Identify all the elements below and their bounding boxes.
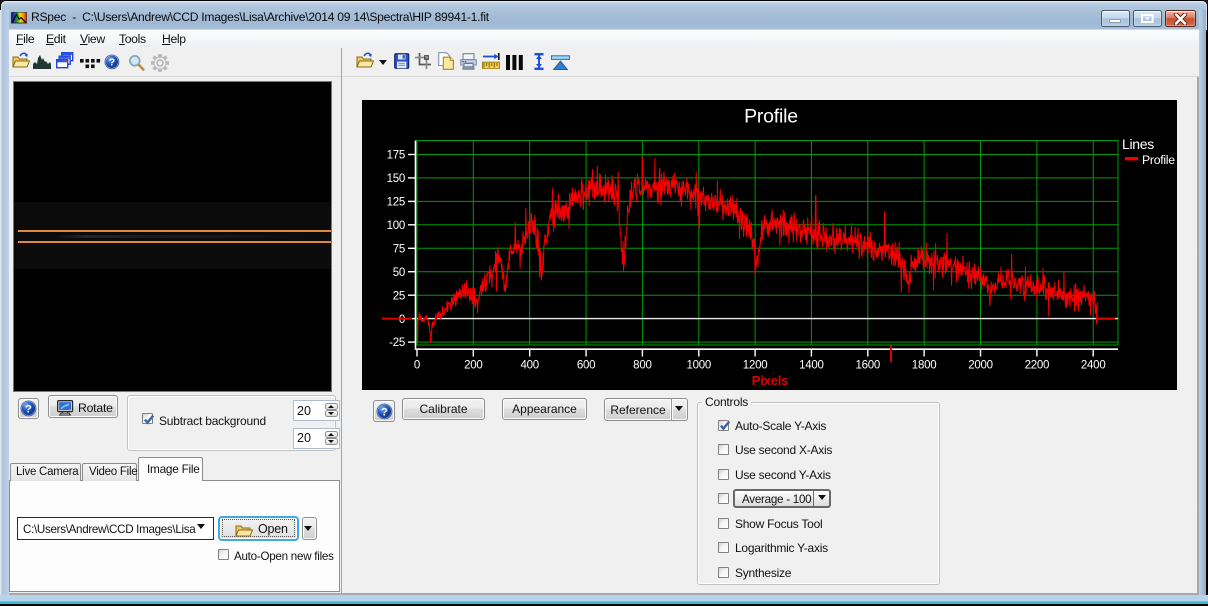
svg-text:0: 0 <box>414 360 420 372</box>
svg-text:1600: 1600 <box>856 360 881 372</box>
svg-text:?: ? <box>25 403 32 415</box>
svg-text:Lines: Lines <box>1122 136 1154 152</box>
svg-text:1800: 1800 <box>912 360 937 372</box>
svg-text:175: 175 <box>387 150 405 162</box>
svg-text:50: 50 <box>393 267 405 279</box>
svg-text:2000: 2000 <box>968 360 993 372</box>
svg-text:Pixels: Pixels <box>752 373 788 388</box>
svg-text:Profile: Profile <box>744 106 798 128</box>
svg-text:?: ? <box>109 57 115 69</box>
svg-text:-25: -25 <box>389 337 405 349</box>
svg-text:200: 200 <box>464 360 482 372</box>
svg-text:2400: 2400 <box>1081 360 1106 372</box>
svg-text:800: 800 <box>633 360 651 372</box>
svg-text:100: 100 <box>387 220 405 232</box>
svg-text:1400: 1400 <box>799 360 824 372</box>
svg-text:0: 0 <box>399 314 405 326</box>
svg-text:75: 75 <box>393 244 405 256</box>
svg-text:?: ? <box>381 406 388 418</box>
svg-text:125: 125 <box>387 197 405 209</box>
svg-text:600: 600 <box>577 360 595 372</box>
svg-text:400: 400 <box>520 360 538 372</box>
svg-text:1000: 1000 <box>687 360 712 372</box>
svg-text:Profile: Profile <box>1142 153 1175 167</box>
svg-text:2200: 2200 <box>1025 360 1050 372</box>
svg-text:25: 25 <box>393 290 405 302</box>
svg-text:1200: 1200 <box>743 360 768 372</box>
svg-text:150: 150 <box>387 173 405 185</box>
